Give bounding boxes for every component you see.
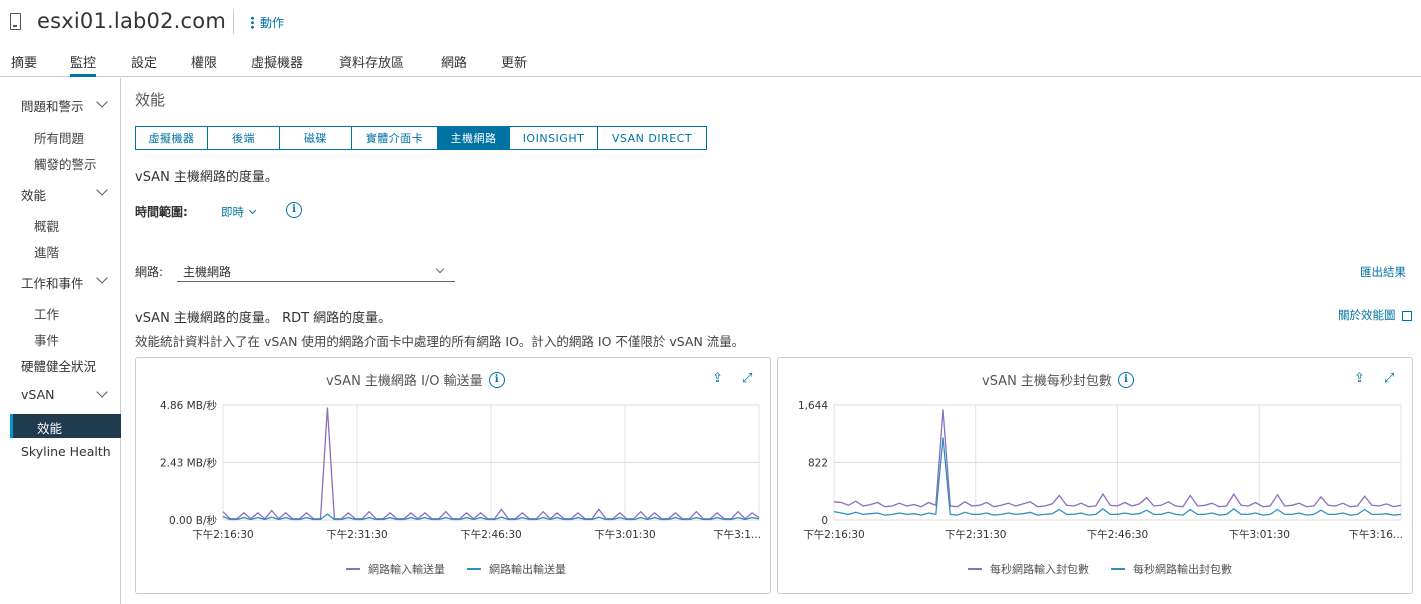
y-tick-label: 0 bbox=[821, 515, 828, 527]
time-range-label: 時間範圍: bbox=[135, 205, 188, 219]
x-tick-label: 下午2:46:30 bbox=[460, 528, 521, 541]
x-tick-label: 下午2:31:30 bbox=[326, 528, 387, 541]
subtab-ioinsight[interactable]: IOINSIGHT bbox=[509, 126, 598, 150]
chevron-down-icon bbox=[248, 206, 257, 215]
monitor-sidebar: 問題和警示 所有問題 觸發的警示 效能 概觀 進階 工作和事件 工作 事件 硬體… bbox=[0, 78, 121, 604]
y-tick-label: 1,644 bbox=[798, 400, 828, 412]
chart-card-throughput: vSAN 主機網路 I/O 輸送量 i ⇪ ⤢ 4.86 MB/秒 2.43 MB… bbox=[135, 357, 771, 594]
tab-configure[interactable]: 設定 bbox=[131, 52, 157, 77]
y-tick-label: 822 bbox=[808, 458, 828, 470]
time-range-value: 即時 bbox=[221, 205, 244, 219]
legend-swatch bbox=[1111, 568, 1125, 570]
kebab-icon bbox=[251, 16, 254, 29]
chevron-down-icon bbox=[435, 264, 445, 274]
x-tick-label: 下午2:46:30 bbox=[1087, 528, 1148, 541]
stats-note: 效能統計資料計入了在 vSAN 使用的網路介面卡中處理的所有網路 IO。計入的網… bbox=[135, 334, 745, 349]
actions-label: 動作 bbox=[260, 16, 285, 30]
sidebar-item-vsan-performance[interactable]: 效能 bbox=[10, 414, 121, 438]
sidebar-item-skyline-health[interactable]: Skyline Health bbox=[21, 444, 111, 459]
page-title: 效能 bbox=[135, 91, 166, 109]
network-label: 網路: bbox=[135, 265, 164, 279]
packets-chart: 1,644 822 0下午2:16:30 下午2:31:30 下午2:46:30 下午3:… bbox=[798, 400, 1403, 541]
chart-card-packets: vSAN 主機每秒封包數 i ⇪ ⤢ 1,644 822 0 下午2:16:30 下午2… bbox=[777, 357, 1413, 594]
sidebar-item-events[interactable]: 事件 bbox=[34, 330, 59, 349]
y-tick-label: 0.00 B/秒 bbox=[169, 514, 217, 527]
chevron-down-icon[interactable] bbox=[96, 272, 108, 284]
external-link-icon bbox=[1401, 311, 1412, 321]
sidebar-group-vsan[interactable]: vSAN bbox=[21, 387, 54, 402]
legend-swatch bbox=[968, 568, 982, 570]
legend-label: 每秒網路輸入封包數 bbox=[990, 563, 1089, 576]
sidebar-item-triggered-alarms[interactable]: 觸發的警示 bbox=[34, 154, 97, 173]
host-icon bbox=[10, 13, 21, 30]
chevron-down-icon[interactable] bbox=[96, 96, 108, 108]
subtab-vms[interactable]: 虛擬機器 bbox=[135, 126, 208, 150]
sidebar-item-tasks[interactable]: 工作 bbox=[34, 304, 59, 323]
sidebar-item-label: 效能 bbox=[37, 421, 63, 436]
chevron-down-icon[interactable] bbox=[96, 184, 108, 196]
subtab-physical-adapters[interactable]: 實體介面卡 bbox=[351, 126, 438, 150]
subtab-backend[interactable]: 後端 bbox=[207, 126, 280, 150]
header-divider bbox=[233, 10, 234, 34]
tab-vms[interactable]: 虛擬機器 bbox=[251, 52, 303, 77]
about-perf-charts-link[interactable]: 關於效能圖 bbox=[1338, 307, 1412, 323]
x-tick-label: 下午2:16:30 bbox=[803, 528, 864, 541]
y-tick-label: 2.43 MB/秒 bbox=[160, 457, 218, 470]
time-range-dropdown[interactable]: 即時 bbox=[221, 204, 257, 220]
export-results-link[interactable]: 匯出結果 bbox=[1360, 264, 1406, 280]
chevron-down-icon[interactable] bbox=[96, 386, 108, 398]
sidebar-item-hardware-health[interactable]: 硬體健全狀況 bbox=[21, 356, 96, 375]
about-perf-charts-label: 關於效能圖 bbox=[1338, 308, 1396, 322]
sidebar-item-all-issues[interactable]: 所有問題 bbox=[34, 128, 84, 147]
subtab-disks[interactable]: 磁碟 bbox=[279, 126, 352, 150]
subtab-host-network[interactable]: 主機網路 bbox=[437, 126, 510, 150]
metrics-description: vSAN 主機網路的度量。 RDT 網路的度量。 bbox=[135, 311, 392, 326]
tab-networks[interactable]: 網路 bbox=[441, 52, 467, 77]
main-tabs: 摘要 監控 設定 權限 虛擬機器 資料存放區 網路 更新 bbox=[0, 46, 1421, 77]
x-tick-label: 下午3:01:30 bbox=[1229, 528, 1290, 541]
x-tick-label: 下午2:16:30 bbox=[192, 528, 253, 541]
x-tick-label: 下午2:31:30 bbox=[945, 528, 1006, 541]
network-select[interactable]: 主機網路 bbox=[177, 262, 455, 282]
legend-swatch bbox=[467, 568, 481, 570]
chart-legend: 每秒網路輸入封包數 每秒網路輸出封包數 bbox=[968, 561, 1232, 577]
x-tick-label: 下午3:1... bbox=[713, 528, 761, 541]
legend-label: 網路輸出輸送量 bbox=[489, 563, 566, 576]
sidebar-group-issues[interactable]: 問題和警示 bbox=[21, 96, 84, 115]
throughput-chart: 4.86 MB/秒 2.43 MB/秒 0.00 B/秒下午2:16:30 下午2:3… bbox=[160, 399, 761, 541]
legend-label: 每秒網路輸出封包數 bbox=[1133, 563, 1232, 576]
tab-updates[interactable]: 更新 bbox=[501, 52, 527, 77]
info-icon[interactable]: i bbox=[286, 202, 302, 218]
perf-subtabs: 虛擬機器 後端 磁碟 實體介面卡 主機網路 IOINSIGHT VSAN DIR… bbox=[135, 126, 707, 150]
tab-summary[interactable]: 摘要 bbox=[11, 52, 37, 77]
section-description: vSAN 主機網路的度量。 bbox=[135, 170, 278, 185]
x-tick-label: 下午3:01:30 bbox=[594, 528, 655, 541]
subtab-vsan-direct[interactable]: VSAN DIRECT bbox=[597, 126, 707, 150]
y-tick-label: 4.86 MB/秒 bbox=[160, 399, 218, 412]
tab-datastores[interactable]: 資料存放區 bbox=[339, 52, 404, 77]
tab-monitor[interactable]: 監控 bbox=[70, 52, 97, 77]
chart-legend: 網路輸入輸送量 網路輸出輸送量 bbox=[346, 561, 566, 577]
x-tick-label: 下午3:16... bbox=[1348, 528, 1403, 541]
object-header: esxi01.lab02.com 動作 bbox=[0, 0, 1421, 44]
sidebar-item-advanced[interactable]: 進階 bbox=[34, 242, 59, 261]
sidebar-item-overview[interactable]: 概觀 bbox=[34, 216, 59, 235]
legend-label: 網路輸入輸送量 bbox=[368, 563, 445, 576]
host-name: esxi01.lab02.com bbox=[37, 9, 227, 33]
legend-swatch bbox=[346, 568, 360, 570]
tab-permissions[interactable]: 權限 bbox=[191, 52, 217, 77]
actions-menu-button[interactable]: 動作 bbox=[251, 14, 284, 31]
sidebar-group-tasks-events[interactable]: 工作和事件 bbox=[21, 273, 84, 292]
sidebar-group-performance[interactable]: 效能 bbox=[21, 185, 46, 204]
network-select-value: 主機網路 bbox=[183, 265, 232, 279]
